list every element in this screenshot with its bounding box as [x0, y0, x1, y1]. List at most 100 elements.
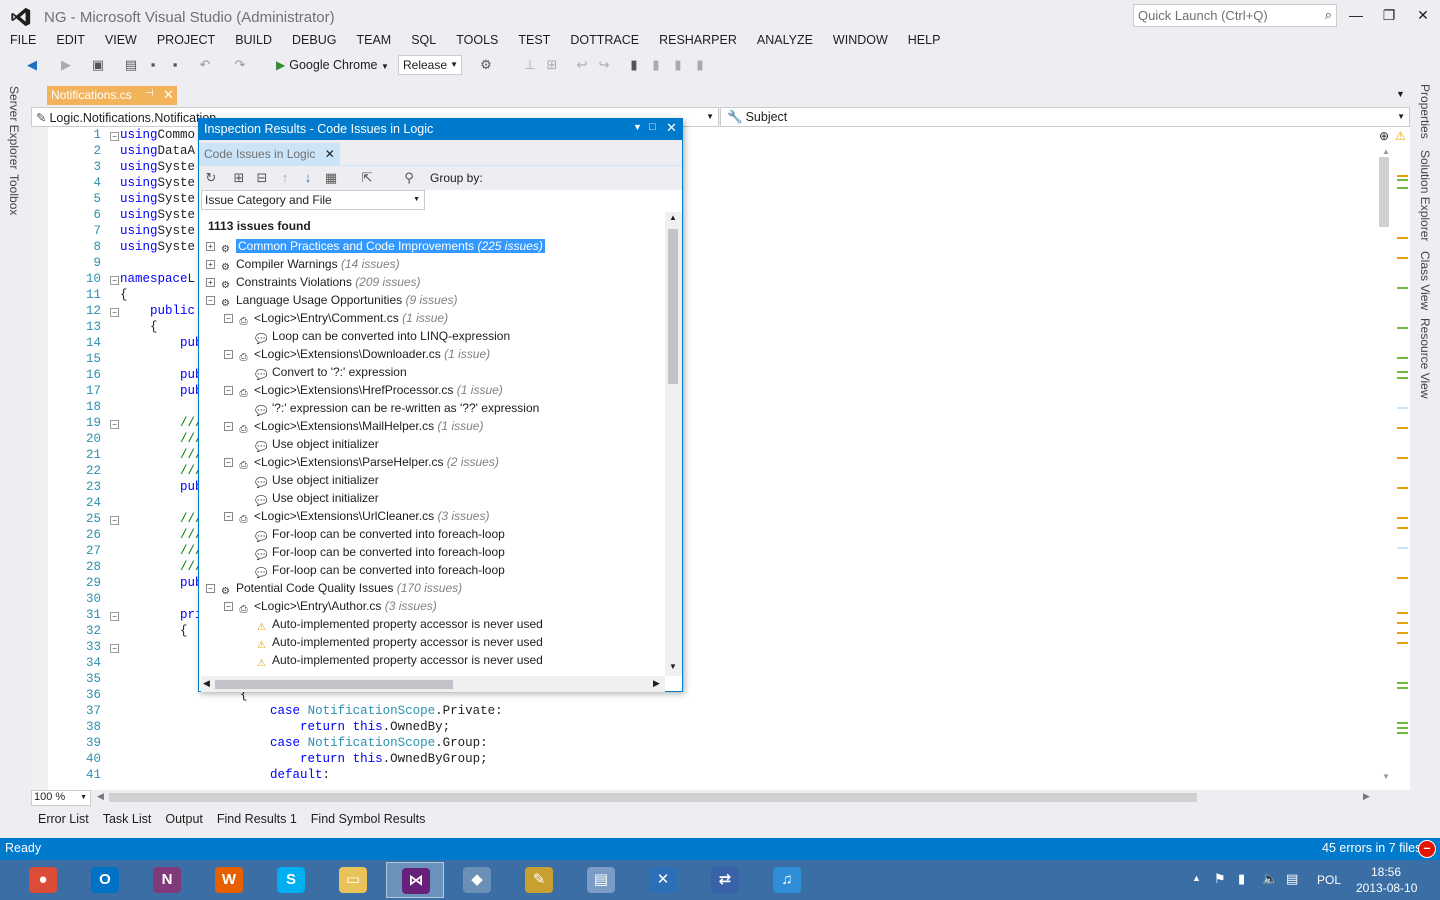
- tree-row-hint[interactable]: 💬 Loop can be converted into LINQ-express…: [255, 327, 510, 345]
- tree-row-hint[interactable]: 💬 Use object initializer: [255, 471, 378, 489]
- volume-icon[interactable]: 🔈: [1262, 871, 1278, 887]
- tree-row-category[interactable]: ⚙ Language Usage Opportunities (9 issues): [219, 291, 457, 309]
- stripe-marker[interactable]: [1397, 687, 1408, 689]
- menu-test[interactable]: TEST: [508, 32, 560, 52]
- undo-icon[interactable]: ↶: [197, 57, 213, 73]
- tree-row-file[interactable]: ⎙ <Logic>\Extensions\MailHelper.cs (1 iss…: [237, 417, 484, 435]
- tree-hscroll-thumb[interactable]: [215, 680, 453, 689]
- taskbar-button[interactable]: N: [138, 862, 196, 898]
- outdent-icon[interactable]: ↪: [596, 57, 612, 73]
- resource-view-tab[interactable]: Resource View: [1418, 318, 1432, 398]
- stripe-marker[interactable]: [1397, 622, 1408, 624]
- quick-launch-input[interactable]: Quick Launch (Ctrl+Q) ⌕: [1133, 4, 1337, 27]
- solution-explorer-tab[interactable]: Solution Explorer: [1418, 150, 1432, 241]
- menu-sql[interactable]: SQL: [401, 32, 446, 52]
- tree-row-file[interactable]: ⎙ <Logic>\Extensions\ParseHelper.cs (2 is…: [237, 453, 499, 471]
- fold-toggle-icon[interactable]: −: [110, 420, 119, 429]
- taskbar-button[interactable]: ⇄: [696, 862, 754, 898]
- tree-row-category[interactable]: ⚙ Compiler Warnings (14 issues): [219, 255, 400, 273]
- scroll-left-icon[interactable]: ◀: [203, 678, 210, 689]
- clock-date[interactable]: 2013-08-10: [1356, 881, 1417, 895]
- stripe-marker[interactable]: [1397, 457, 1408, 459]
- scroll-up-icon[interactable]: ▲: [1382, 147, 1390, 156]
- tree-row-category[interactable]: ⚙ Common Practices and Code Improvements …: [219, 237, 546, 255]
- tree-row-file[interactable]: ⎙ <Logic>\Entry\Author.cs (3 issues): [237, 597, 437, 615]
- expand-icon[interactable]: +: [206, 278, 215, 287]
- prev-bookmark-icon[interactable]: ▮: [648, 57, 664, 73]
- stripe-marker[interactable]: [1397, 327, 1408, 329]
- stripe-marker[interactable]: [1397, 287, 1408, 289]
- code-issues-tab[interactable]: Code Issues in Logic ✕: [199, 143, 340, 165]
- collapse-icon[interactable]: −: [206, 584, 215, 593]
- stripe-marker[interactable]: [1397, 427, 1408, 429]
- tree-row-hint[interactable]: 💬 Use object initializer: [255, 489, 378, 507]
- fold-toggle-icon[interactable]: −: [110, 132, 119, 141]
- language-indicator[interactable]: POL: [1317, 873, 1341, 887]
- stripe-marker[interactable]: [1397, 179, 1408, 181]
- save-all-icon[interactable]: ▪: [167, 57, 183, 73]
- group-by-select[interactable]: Issue Category and File ▼: [201, 190, 425, 210]
- stripe-marker[interactable]: [1397, 642, 1408, 644]
- open-file-icon[interactable]: ▤: [123, 57, 139, 73]
- clear-bookmarks-icon[interactable]: ▮: [692, 57, 708, 73]
- view-options-icon[interactable]: ▦: [323, 170, 339, 186]
- start-debugging-button[interactable]: ▶ Google Chrome ▼: [276, 56, 389, 74]
- tree-row-hint[interactable]: 💬 Convert to '?:' expression: [255, 363, 406, 381]
- bottom-tab-find-symbol-results[interactable]: Find Symbol Results: [304, 810, 433, 830]
- menu-file[interactable]: FILE: [0, 32, 46, 52]
- bottom-tab-error-list[interactable]: Error List: [31, 810, 96, 830]
- export-icon[interactable]: ⇱: [359, 170, 375, 186]
- scroll-thumb[interactable]: [1379, 157, 1389, 227]
- collapse-icon[interactable]: −: [206, 296, 215, 305]
- fold-toggle-icon[interactable]: −: [110, 308, 119, 317]
- menu-edit[interactable]: EDIT: [46, 32, 94, 52]
- stripe-marker[interactable]: [1397, 407, 1408, 409]
- class-view-tab[interactable]: Class View: [1418, 251, 1432, 310]
- tree-row-hint[interactable]: 💬 '?:' expression can be re-written as '?…: [255, 399, 539, 417]
- error-count[interactable]: 45 errors in 7 files: [1322, 841, 1421, 855]
- stripe-marker[interactable]: [1397, 517, 1408, 519]
- collapse-icon[interactable]: −: [224, 512, 233, 521]
- close-window-icon[interactable]: ✕: [666, 120, 677, 136]
- menu-team[interactable]: TEAM: [346, 32, 401, 52]
- bottom-tab-task-list[interactable]: Task List: [96, 810, 159, 830]
- fold-toggle-icon[interactable]: −: [110, 276, 119, 285]
- stripe-marker[interactable]: [1397, 682, 1408, 684]
- tree-row-hint[interactable]: 💬 For-loop can be converted into foreach-…: [255, 525, 505, 543]
- collapse-icon[interactable]: −: [224, 602, 233, 611]
- taskbar-button[interactable]: ●: [14, 862, 72, 898]
- document-tab[interactable]: Notifications.cs ⊣ ✕: [47, 86, 177, 105]
- toolbox-tab[interactable]: Toolbox: [7, 174, 21, 215]
- stripe-marker[interactable]: [1397, 357, 1408, 359]
- taskbar-button[interactable]: ⋈: [386, 862, 444, 898]
- taskbar-button[interactable]: ✎: [510, 862, 568, 898]
- stripe-marker[interactable]: [1397, 732, 1408, 734]
- fold-toggle-icon[interactable]: −: [110, 516, 119, 525]
- menu-build[interactable]: BUILD: [225, 32, 282, 52]
- server-explorer-tab[interactable]: Server Explorer: [7, 86, 21, 169]
- member-navigation-dropdown[interactable]: 🔧 Subject ▼: [720, 107, 1410, 127]
- tree-row-hint[interactable]: 💬 Use object initializer: [255, 435, 378, 453]
- properties-tab[interactable]: Properties: [1418, 84, 1432, 139]
- align-icon[interactable]: ⊥: [522, 57, 538, 73]
- indent-icon[interactable]: ↩: [574, 57, 590, 73]
- back-icon[interactable]: ◀: [24, 57, 40, 73]
- clock-time[interactable]: 18:56: [1371, 865, 1401, 879]
- stripe-marker[interactable]: [1397, 577, 1408, 579]
- filter-icon[interactable]: ⚲: [401, 170, 417, 186]
- taskbar-button[interactable]: S: [262, 862, 320, 898]
- taskbar-button[interactable]: W: [200, 862, 258, 898]
- hscroll-thumb[interactable]: [109, 793, 1197, 802]
- forward-icon[interactable]: ▶: [58, 57, 74, 73]
- scroll-right-icon[interactable]: ▶: [1363, 791, 1370, 802]
- stripe-marker[interactable]: [1397, 257, 1408, 259]
- close-tab-icon[interactable]: ✕: [325, 147, 335, 161]
- tree-row-hint[interactable]: 💬 For-loop can be converted into foreach-…: [255, 561, 505, 579]
- stripe-marker[interactable]: [1397, 722, 1408, 724]
- stripe-marker[interactable]: [1397, 237, 1408, 239]
- scroll-left-icon[interactable]: ◀: [97, 791, 104, 802]
- pin-icon[interactable]: ⊣: [145, 88, 154, 99]
- format-icon[interactable]: ⊞: [544, 57, 560, 73]
- menu-window[interactable]: WINDOW: [823, 32, 898, 52]
- zoom-dropdown[interactable]: 100 % ▼: [31, 790, 91, 806]
